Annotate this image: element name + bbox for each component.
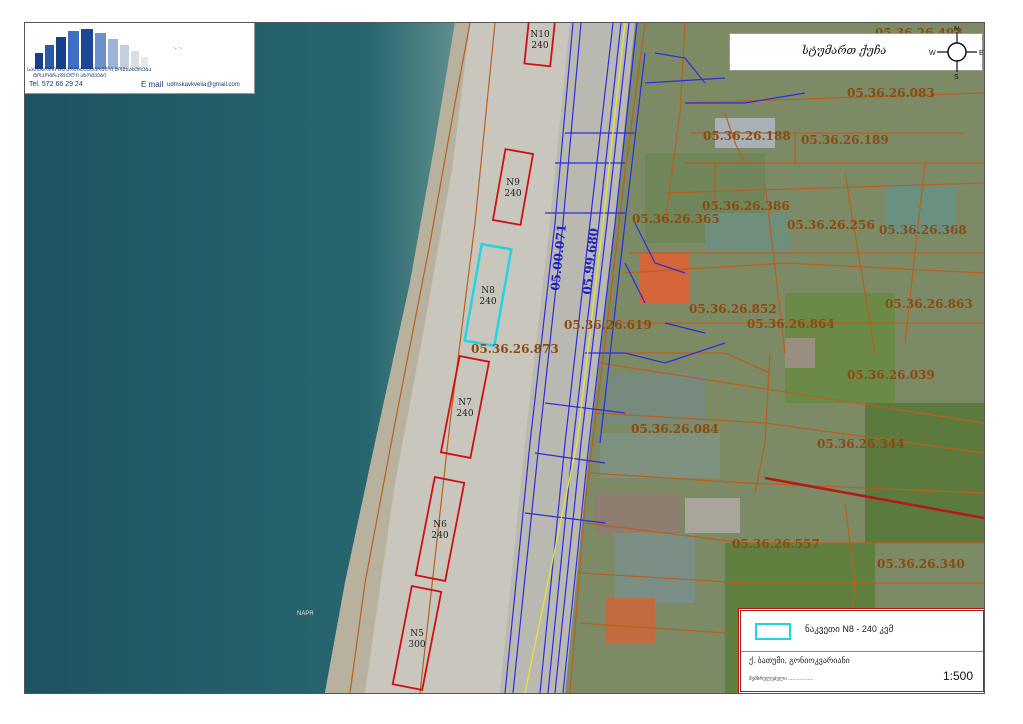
parcel-label[interactable]: 05.36.26.557 <box>732 537 820 551</box>
lot-number: N7 <box>458 398 472 408</box>
lot-area: 240 <box>456 409 473 419</box>
legend-note: შემსრულებელი .................. <box>749 676 814 682</box>
parcel-label[interactable]: 05.36.26.368 <box>879 223 967 237</box>
lot-number: N6 <box>433 520 447 530</box>
building <box>605 598 655 643</box>
parcel-label[interactable]: 05.36.26.344 <box>817 437 905 451</box>
legend-box: ნაკვეთი N8 - 240 კვმ ქ. ბათუმი, გონიოკვა… <box>738 608 984 693</box>
building <box>640 253 690 303</box>
parcel-label[interactable]: 05.36.26.084 <box>631 422 719 436</box>
parcel-label[interactable]: 05.36.26.852 <box>689 302 777 316</box>
lot-area: 240 <box>531 41 548 51</box>
buildings-logo-icon <box>35 29 148 69</box>
logo-email-label: E mail <box>141 80 164 89</box>
building <box>600 433 720 478</box>
parcel-label[interactable]: 05.36.26.863 <box>885 297 973 311</box>
building <box>615 533 695 603</box>
parcel-label[interactable]: 05.36.26.189 <box>801 133 889 147</box>
company-logo: ·, ·. ᲡᲐᲗᲔᲡᲝᲠᲘ ᲓᲐ ᲐᲠᲥᲘᲢᲔᲥᲢᲣᲠᲣᲚᲘ ᲛᲝᲛᲡᲐᲮᲣᲠ… <box>25 23 255 94</box>
compass-e: E <box>979 50 984 57</box>
beach-text: NAPR <box>297 611 314 617</box>
parcel-label[interactable]: 05.36.26.365 <box>632 212 720 226</box>
compass-s: S <box>954 74 959 80</box>
lot-area: 300 <box>408 640 425 650</box>
parcel-label[interactable]: 05.36.26.873 <box>471 342 559 356</box>
parcel-label[interactable]: 05.36.26.340 <box>877 557 965 571</box>
logo-phone: Tel. 572 66 29 24 <box>29 81 83 88</box>
building <box>685 498 740 533</box>
map-frame: N10 240 N9 240 N8 240 N7 240 N6 240 N5 300 NAPR 05.… <box>24 22 985 694</box>
legend-divider <box>741 651 983 652</box>
parcel-label[interactable]: 05.36.26.386 <box>702 199 790 213</box>
lot-area: 240 <box>431 531 448 541</box>
parcel-label[interactable]: 05.36.26.864 <box>747 317 835 331</box>
lot-number: N10 <box>530 30 550 40</box>
logo-tagline-2: ᲢᲝᲞᲝᲒᲠᲐᲤᲘᲣᲚᲘ ᲐᲖᲝᲛᲕᲔᲑᲘ <box>33 73 107 79</box>
logo-dots: ·, ·. <box>173 45 182 51</box>
lot-number: N9 <box>506 178 520 188</box>
building <box>595 493 680 533</box>
lot-area: 240 <box>479 297 496 307</box>
tree-zone-1 <box>865 403 984 543</box>
building <box>785 338 815 368</box>
map-scale: 1:500 <box>942 669 973 683</box>
legend-item: ნაკვეთი N8 - 240 კვმ <box>805 624 894 634</box>
parcel-label[interactable]: 05.36.26.083 <box>847 86 935 100</box>
parcel-label[interactable]: 05.36.26.188 <box>703 129 791 143</box>
compass-n: N <box>954 26 959 33</box>
lot-area: 240 <box>504 189 521 199</box>
map-canvas[interactable]: N10240N9240N8240N7240N6240N5300 NAPR 05.… <box>25 23 984 693</box>
logo-email[interactable]: udmskavkvelia@gmail.com <box>167 82 240 88</box>
lot-number: N5 <box>410 629 424 639</box>
compass-icon: N S W E <box>929 26 984 80</box>
legend-swatch <box>755 623 791 640</box>
parcel-label[interactable]: 05.36.26.256 <box>787 218 875 232</box>
parcel-label[interactable]: 05.36.26.619 <box>564 318 652 332</box>
map-title: სტუმართ ქუჩა <box>802 44 887 57</box>
lot-number: N8 <box>481 286 495 296</box>
legend-location: ქ. ბათუმი, გონიოკვარიანი <box>749 656 850 665</box>
compass-w: W <box>929 50 936 57</box>
parcel-label[interactable]: 05.36.26.039 <box>847 368 935 382</box>
building <box>605 373 705 423</box>
